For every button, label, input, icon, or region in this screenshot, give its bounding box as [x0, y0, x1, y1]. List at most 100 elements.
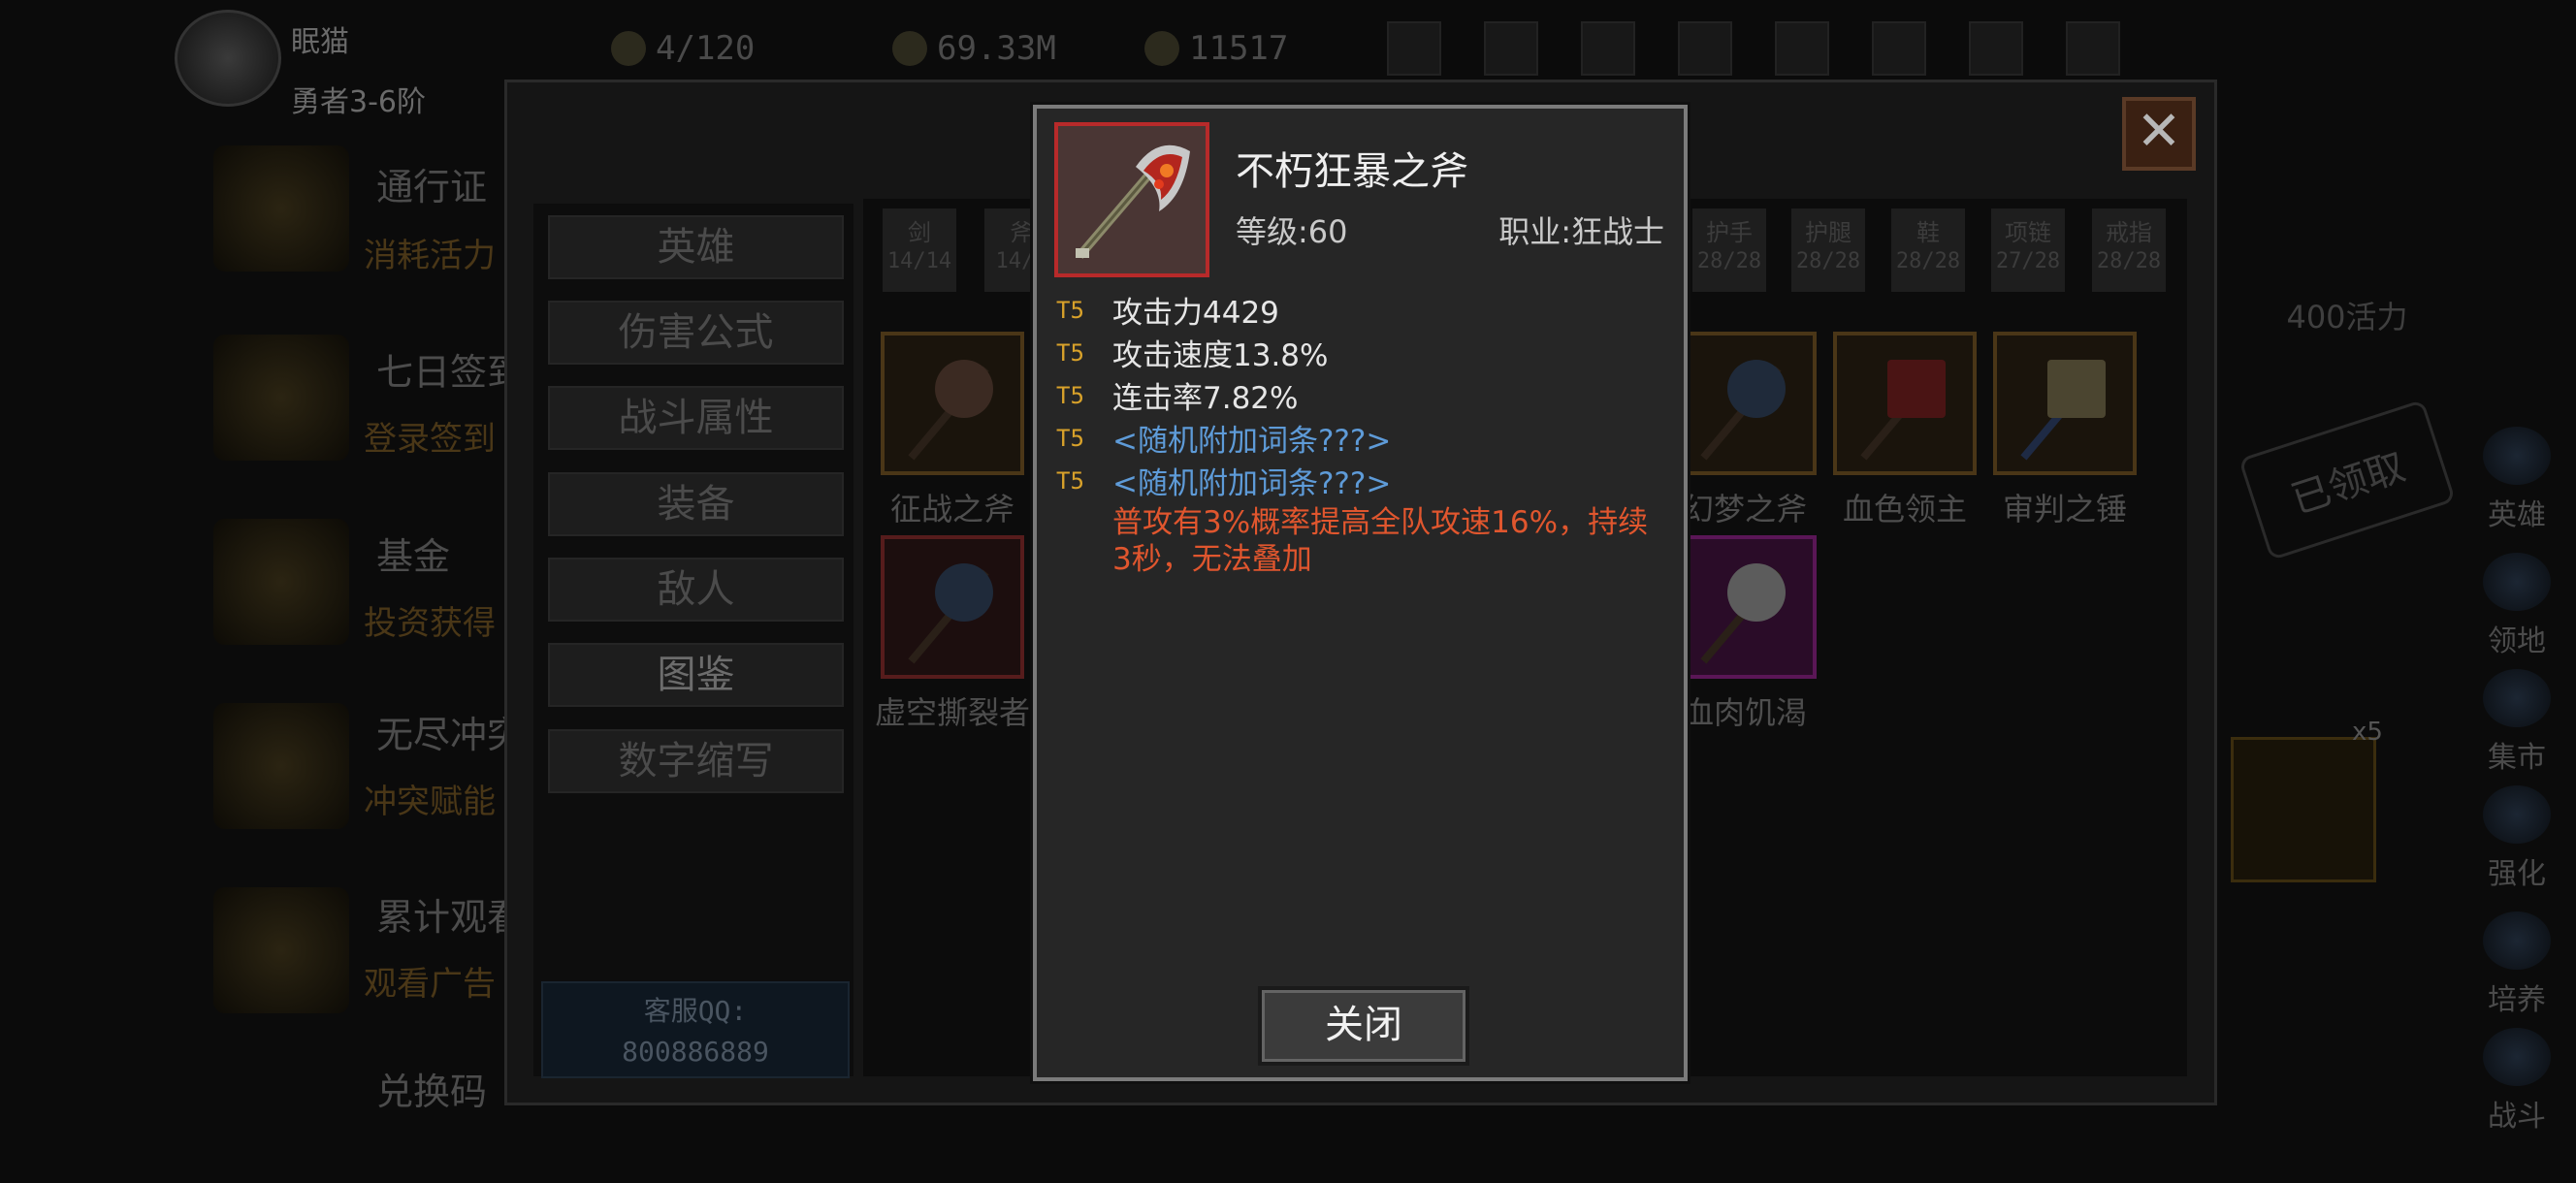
weapon-slot	[881, 332, 1024, 475]
nav-enhance[interactable]: 强化	[2463, 785, 2570, 892]
nav-label: 强化	[2488, 857, 2546, 891]
weapon-name: 征战之斧	[889, 491, 1014, 528]
nav-label: 培养	[2488, 983, 2546, 1017]
enhance-icon	[2483, 785, 2551, 844]
reward-item-slot[interactable]	[2231, 737, 2376, 882]
weapon-card[interactable]: 虚空撕裂者	[875, 535, 1030, 731]
nav-label: 战斗	[2488, 1100, 2546, 1134]
weapon-card[interactable]: 审判之锤	[1993, 332, 2137, 528]
sidebar-damage-formula[interactable]: 伤害公式	[548, 301, 844, 365]
sidebar-enemies[interactable]: 敌人	[548, 558, 844, 622]
gem-counter: 11517	[1144, 29, 1288, 68]
tab-sword[interactable]: 剑 14/14	[883, 208, 956, 292]
hammer-head-icon	[2047, 360, 2106, 418]
shop-icon[interactable]	[1387, 21, 1441, 76]
close-x-icon[interactable]: ✕	[2122, 97, 2196, 171]
tab-count: 28/28	[2096, 249, 2162, 273]
ranking-icon[interactable]	[1969, 21, 2023, 76]
battle-icon[interactable]	[2066, 21, 2120, 76]
menu-title: 兑换码	[376, 1071, 488, 1113]
stat-text: 攻击速度13.8%	[1112, 338, 1329, 373]
stat-combo-rate: T5 连击率7.82%	[1056, 373, 1298, 417]
special-effect-text: 普攻有3%概率提高全队攻速16%，持续3秒，无法叠加	[1112, 505, 1649, 577]
nav-label: 集市	[2488, 741, 2546, 775]
stat-text: 连击率7.82%	[1112, 381, 1299, 416]
stat-attack: T5 攻击力4429	[1056, 288, 1279, 332]
weapon-card[interactable]: 幻梦之斧	[1673, 332, 1817, 528]
nav-hero[interactable]: 英雄	[2463, 427, 2570, 533]
sidebar-number-abbrev[interactable]: 数字缩写	[548, 729, 844, 793]
sidebar-equipment[interactable]: 装备	[548, 472, 844, 536]
player-avatar[interactable]	[175, 10, 281, 107]
tab-ring[interactable]: 戒指 28/28	[2092, 208, 2166, 292]
item-class: 职业:狂战士	[1498, 213, 1664, 250]
tab-count: 28/28	[1696, 249, 1762, 273]
nav-label: 英雄	[2488, 498, 2546, 532]
gold-value: 69.33M	[937, 29, 1056, 68]
player-name: 眠猫	[291, 25, 349, 59]
hero-icon	[2483, 427, 2551, 485]
tab-count: 28/28	[1895, 249, 1961, 273]
weapon-card[interactable]: 血色领主	[1833, 332, 1977, 528]
close-button[interactable]: 关闭	[1258, 986, 1469, 1066]
market-icon	[2483, 669, 2551, 727]
goblet-icon	[213, 145, 349, 272]
customer-service-box: 客服QQ: 800886889	[541, 981, 850, 1078]
tab-label: 剑	[908, 219, 931, 246]
tab-label: 护手	[1706, 219, 1753, 246]
tab-necklace[interactable]: 项链 27/28	[1991, 208, 2065, 292]
tab-label: 鞋	[1916, 219, 1940, 246]
stat-random-2: T5 <随机附加词条???>	[1056, 459, 1391, 502]
axe-head-icon	[935, 563, 993, 622]
event-icon[interactable]	[1872, 21, 1926, 76]
stat-text: <随机附加词条???>	[1112, 424, 1392, 459]
sidebar-encyclopedia[interactable]: 图鉴	[548, 643, 844, 707]
tab-label: 戒指	[2106, 219, 2152, 246]
menu-sub: 登录签到	[364, 420, 496, 459]
endless-icon	[213, 703, 349, 829]
nav-label: 领地	[2488, 624, 2546, 658]
lightning-icon	[611, 31, 646, 66]
item-detail-modal: 不朽狂暴之斧 等级:60 职业:狂战士 T5 攻击力4429 T5 攻击速度13.8…	[1033, 105, 1688, 1081]
reward-count: x5	[2352, 718, 2383, 747]
nav-battle[interactable]: 战斗	[2463, 1028, 2570, 1135]
nav-territory[interactable]: 领地	[2463, 553, 2570, 659]
weapon-name: 审判之锤	[2002, 491, 2127, 528]
stat-random-1: T5 <随机附加词条???>	[1056, 416, 1391, 460]
tab-leggings[interactable]: 护腿 28/28	[1791, 208, 1865, 292]
axe-head-icon	[1727, 563, 1786, 622]
sidebar-combat-attributes[interactable]: 战斗属性	[548, 386, 844, 450]
axe-head-icon	[935, 360, 993, 418]
menu-title: 无尽冲突	[376, 714, 525, 756]
mail-icon[interactable]	[1484, 21, 1538, 76]
tab-boots[interactable]: 鞋 28/28	[1891, 208, 1965, 292]
stat-tier: T5	[1056, 424, 1084, 452]
nav-train[interactable]: 培养	[2463, 911, 2570, 1018]
stat-text: <随机附加词条???>	[1112, 466, 1392, 501]
axe-head-icon	[1727, 360, 1786, 418]
energy-counter: 4/120	[611, 29, 755, 68]
berserk-axe-icon	[1076, 144, 1190, 259]
tab-gauntlets[interactable]: 护手 28/28	[1692, 208, 1766, 292]
sidebar-hero[interactable]: 英雄	[548, 215, 844, 279]
weapon-card[interactable]: 血肉饥渴	[1673, 535, 1817, 731]
menu-title: 通行证	[376, 166, 488, 208]
gift-icon[interactable]	[1775, 21, 1829, 76]
reward-vitality: 400活力	[2286, 299, 2408, 336]
service-label: 客服QQ:	[643, 995, 748, 1027]
menu-title: 基金	[376, 535, 451, 578]
weapon-name: 虚空撕裂者	[874, 694, 1030, 731]
claimed-stamp: 已领取	[2238, 399, 2457, 561]
settings-icon[interactable]	[1678, 21, 1732, 76]
menu-title: 七日签到	[376, 351, 525, 394]
weapon-slot	[1833, 332, 1977, 475]
gem-icon	[1144, 31, 1179, 66]
nav-market[interactable]: 集市	[2463, 669, 2570, 776]
weapon-card[interactable]: 征战之斧	[881, 332, 1024, 528]
item-icon-frame	[1054, 122, 1209, 277]
flag-icon[interactable]	[1581, 21, 1635, 76]
battle-portal-icon	[2483, 1028, 2551, 1086]
menu-sub: 冲突赋能	[364, 783, 496, 821]
signin-icon	[213, 335, 349, 461]
tab-count: 14/14	[886, 249, 952, 273]
